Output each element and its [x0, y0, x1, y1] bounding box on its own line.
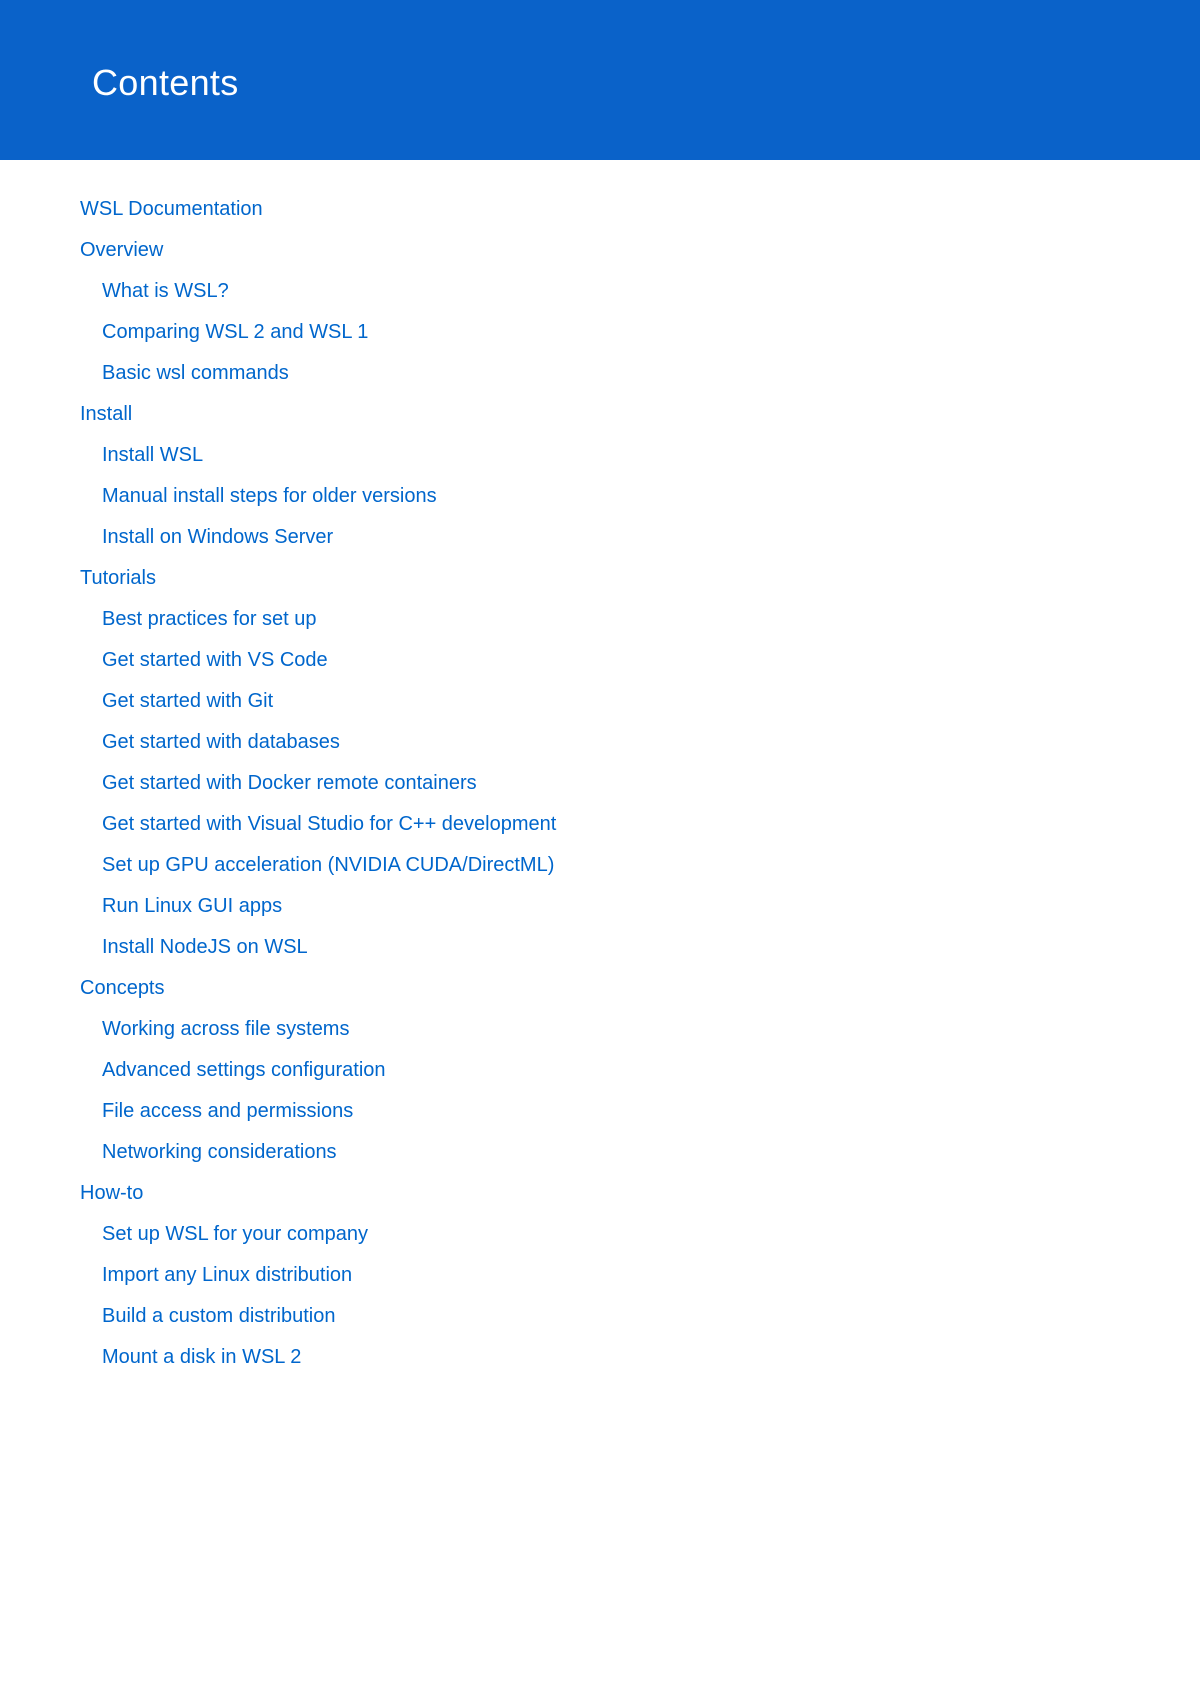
toc-link[interactable]: Basic wsl commands	[102, 360, 1120, 386]
toc-link[interactable]: Comparing WSL 2 and WSL 1	[102, 319, 1120, 345]
toc-link[interactable]: Best practices for set up	[102, 606, 1120, 632]
toc-link[interactable]: How-to	[80, 1180, 1120, 1206]
toc-link[interactable]: Install NodeJS on WSL	[102, 934, 1120, 960]
toc-link[interactable]: Install	[80, 401, 1120, 427]
toc-link[interactable]: Get started with Git	[102, 688, 1120, 714]
toc-link[interactable]: Install WSL	[102, 442, 1120, 468]
toc-link[interactable]: Manual install steps for older versions	[102, 483, 1120, 509]
toc-link[interactable]: File access and permissions	[102, 1098, 1120, 1124]
toc-link[interactable]: Get started with Docker remote container…	[102, 770, 1120, 796]
toc-link[interactable]: Get started with databases	[102, 729, 1120, 755]
toc-link[interactable]: Set up GPU acceleration (NVIDIA CUDA/Dir…	[102, 852, 1120, 878]
toc-link[interactable]: Get started with VS Code	[102, 647, 1120, 673]
toc-link[interactable]: What is WSL?	[102, 278, 1120, 304]
page-title: Contents	[92, 62, 1108, 104]
toc-link[interactable]: Build a custom distribution	[102, 1303, 1120, 1329]
toc-link[interactable]: Tutorials	[80, 565, 1120, 591]
toc-link[interactable]: Working across file systems	[102, 1016, 1120, 1042]
toc-link[interactable]: Mount a disk in WSL 2	[102, 1344, 1120, 1370]
toc-link[interactable]: Overview	[80, 237, 1120, 263]
header-bar: Contents	[0, 0, 1200, 160]
toc-link[interactable]: Advanced settings configuration	[102, 1057, 1120, 1083]
toc-link[interactable]: Concepts	[80, 975, 1120, 1001]
toc-link[interactable]: Set up WSL for your company	[102, 1221, 1120, 1247]
toc-container: WSL Documentation Overview What is WSL? …	[0, 160, 1200, 1415]
toc-link[interactable]: Networking considerations	[102, 1139, 1120, 1165]
toc-link[interactable]: Run Linux GUI apps	[102, 893, 1120, 919]
toc-link[interactable]: Install on Windows Server	[102, 524, 1120, 550]
toc-link[interactable]: Get started with Visual Studio for C++ d…	[102, 811, 1120, 837]
toc-link[interactable]: Import any Linux distribution	[102, 1262, 1120, 1288]
toc-link[interactable]: WSL Documentation	[80, 196, 1120, 222]
